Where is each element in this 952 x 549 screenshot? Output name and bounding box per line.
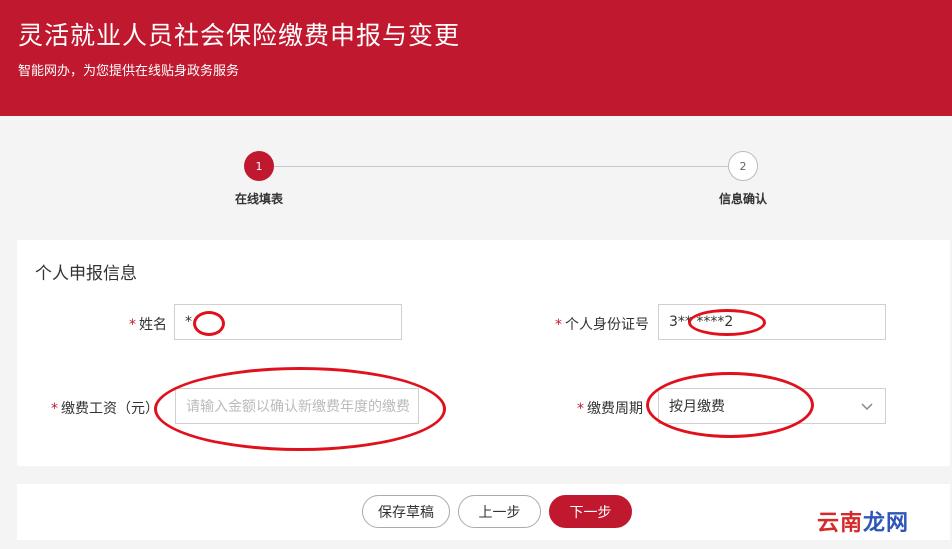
- action-bar: 保存草稿 上一步 下一步: [17, 484, 950, 540]
- declaration-form: 个人申报信息 * 姓名 * * 个人身份证号 3** ****2 * 缴费工资（元） …: [17, 240, 950, 466]
- name-input[interactable]: *: [174, 304, 402, 340]
- watermark-logo: 云南龙网: [817, 511, 910, 536]
- page-subtitle: 智能网办，为您提供在线贴身政务服务: [18, 64, 240, 79]
- period-label: * 缴费周期: [577, 401, 643, 417]
- step-2-label: 信息确认: [718, 192, 767, 206]
- prev-step-button[interactable]: 上一步: [458, 495, 541, 528]
- step-connector: [274, 166, 730, 167]
- step-2-indicator: 2: [728, 151, 758, 181]
- wage-input[interactable]: 请输入金额以确认新缴费年度的缴费: [175, 388, 419, 424]
- step-1-indicator: 1: [244, 151, 274, 181]
- name-label: * 姓名: [129, 317, 167, 333]
- progress-steps: 1 在线填表 2 信息确认: [0, 150, 952, 220]
- page-header: 灵活就业人员社会保险缴费申报与变更 智能网办，为您提供在线贴身政务服务: [0, 0, 952, 116]
- save-draft-button[interactable]: 保存草稿: [362, 495, 450, 528]
- period-select[interactable]: 按月缴费: [658, 388, 886, 424]
- chevron-down-icon: [861, 403, 873, 411]
- wage-label: * 缴费工资（元）: [51, 401, 159, 417]
- required-mark: *: [51, 401, 58, 417]
- page-title: 灵活就业人员社会保险缴费申报与变更: [18, 21, 461, 50]
- section-title: 个人申报信息: [35, 264, 137, 284]
- id-number-input[interactable]: 3** ****2: [658, 304, 886, 340]
- required-mark: *: [577, 401, 584, 417]
- required-mark: *: [555, 317, 562, 333]
- period-select-value: 按月缴费: [669, 399, 725, 415]
- step-1-label: 在线填表: [234, 192, 283, 206]
- next-step-button[interactable]: 下一步: [549, 495, 632, 528]
- id-number-label: * 个人身份证号: [555, 317, 649, 333]
- required-mark: *: [129, 317, 136, 333]
